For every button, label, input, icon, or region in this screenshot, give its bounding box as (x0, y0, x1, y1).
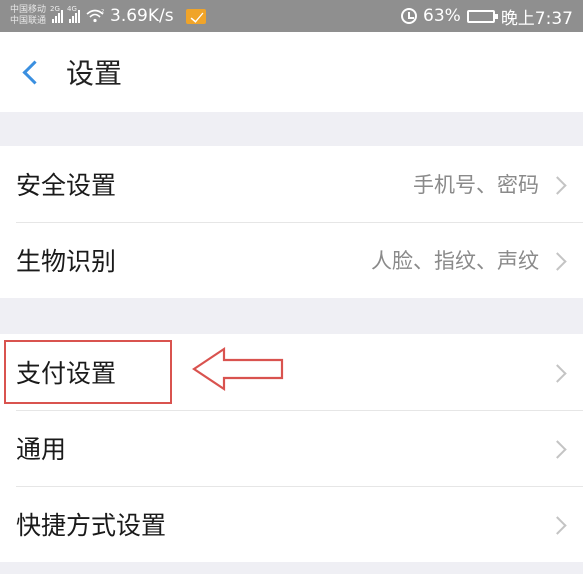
row-security-settings[interactable]: 安全设置 手机号、密码 (0, 146, 583, 222)
network-speed: 3.69K/s (110, 6, 174, 26)
battery-icon (466, 9, 498, 23)
row-label: 安全设置 (16, 171, 117, 200)
sim2-network-tag: 4G (67, 5, 77, 13)
row-label: 通用 (16, 435, 67, 464)
wifi-icon: 2 (86, 9, 104, 23)
chevron-right-icon (551, 516, 567, 532)
row-biometrics[interactable]: 生物识别 人脸、指纹、声纹 (0, 222, 583, 298)
row-shortcut-settings[interactable]: 快捷方式设置 (0, 486, 583, 562)
alarm-icon (401, 8, 418, 24)
chevron-right-icon (551, 364, 567, 380)
row-value: 人脸、指纹、声纹 (371, 249, 539, 273)
wifi-tag: 2 (101, 9, 104, 15)
carrier-2: 中国联通 (10, 16, 47, 26)
status-time: 晚上7:37 (500, 8, 573, 29)
row-general[interactable]: 通用 (0, 410, 583, 486)
chevron-right-icon (551, 440, 567, 456)
row-label: 生物识别 (16, 247, 117, 276)
chevron-right-icon (551, 252, 567, 268)
annotation-arrow-left-icon (192, 346, 284, 392)
annotation-highlight-box (4, 340, 172, 404)
chevron-right-icon (551, 176, 567, 192)
mail-notification-icon (185, 8, 206, 24)
carrier-1: 中国移动 (10, 5, 47, 15)
carrier-names: 中国移动 中国联通 (10, 5, 46, 27)
status-bar: 中国移动 中国联通 2G 4G 2 3.69K/s 63% 晚上7:37 (0, 0, 583, 32)
settings-group-account: 安全设置 手机号、密码 生物识别 人脸、指纹、声纹 (0, 146, 583, 298)
status-right: 63% 晚上7:37 (401, 4, 573, 29)
back-chevron-icon[interactable] (20, 62, 40, 82)
signal-sim2-icon: 4G (67, 5, 81, 23)
row-label: 快捷方式设置 (16, 511, 167, 540)
nav-header: 设置 (0, 32, 583, 112)
row-value: 手机号、密码 (413, 173, 539, 197)
signal-sim1-icon: 2G (50, 5, 64, 23)
battery-percent: 63% (423, 6, 461, 26)
sim1-network-tag: 2G (50, 5, 60, 13)
settings-screen: 中国移动 中国联通 2G 4G 2 3.69K/s 63% 晚上7:37 设置 (0, 0, 583, 574)
page-title: 设置 (66, 57, 123, 90)
